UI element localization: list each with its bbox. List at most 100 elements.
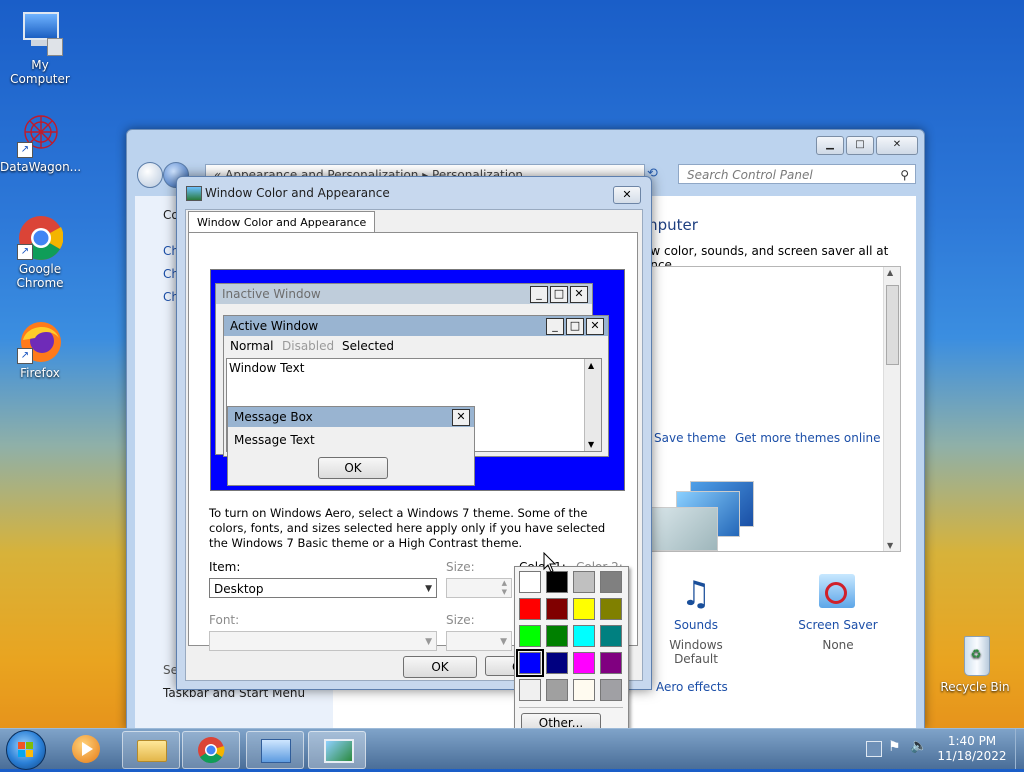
- msgbox-close-icon: ✕: [452, 409, 470, 426]
- font-label: Font:: [209, 613, 240, 627]
- shortcut-arrow-icon: ↗: [17, 244, 33, 260]
- minimize-button[interactable]: ▁: [816, 136, 844, 155]
- desktop-icon-my-computer[interactable]: My Computer: [0, 10, 80, 86]
- color-swatch[interactable]: [546, 679, 568, 701]
- save-theme-link[interactable]: Save theme: [654, 431, 726, 445]
- media-player-icon[interactable]: [72, 735, 100, 763]
- mouse-cursor-icon: [543, 551, 557, 577]
- inactive-maximize-icon: □: [550, 286, 568, 303]
- color-swatch[interactable]: [600, 652, 622, 674]
- search-input[interactable]: Search Control Panel ⚲: [678, 164, 916, 184]
- inactive-close-icon: ✕: [570, 286, 588, 303]
- sounds-item[interactable]: ♫ Sounds Windows Default: [651, 570, 741, 666]
- color-swatch[interactable]: [600, 571, 622, 593]
- msgbox-title: Message Box: [228, 407, 474, 427]
- color-swatch[interactable]: [573, 679, 595, 701]
- color-swatch[interactable]: [546, 625, 568, 647]
- desktop-icon-label: DataWagon...: [0, 160, 82, 174]
- firefox-icon: ↗: [17, 318, 63, 364]
- color-swatch[interactable]: [516, 649, 544, 677]
- menu-selected: Selected: [342, 339, 395, 353]
- tab-window-color[interactable]: Window Color and Appearance: [188, 211, 376, 233]
- color-swatch[interactable]: [573, 598, 595, 620]
- menu-disabled: Disabled: [282, 339, 335, 353]
- item-value: Desktop: [214, 582, 264, 596]
- start-button[interactable]: [6, 730, 46, 770]
- font-select[interactable]: ▼: [209, 631, 437, 651]
- desktop-icon-google-chrome[interactable]: ↗ Google Chrome: [0, 214, 80, 290]
- taskbar-control-panel-button[interactable]: [246, 731, 304, 769]
- clock-date: 11/18/2022: [937, 749, 1007, 763]
- color-swatch[interactable]: [519, 625, 541, 647]
- screensaver-icon: [793, 570, 883, 618]
- desktop-icon-firefox[interactable]: ↗ Firefox: [0, 318, 80, 380]
- desktop-icon-label: Recycle Bin: [940, 680, 1010, 694]
- active-minimize-icon: _: [546, 318, 564, 335]
- preview-scrollbar: ▲ ▼: [584, 359, 601, 451]
- computer-icon: [17, 10, 63, 56]
- theme-thumbnail-stack[interactable]: [650, 481, 760, 551]
- spinner-icon: ▲ ▼: [501, 579, 507, 596]
- shortcut-arrow-icon: ↗: [17, 348, 33, 364]
- action-center-icon[interactable]: ⚑: [888, 739, 901, 755]
- desktop-icon-label: Google Chrome: [16, 262, 64, 290]
- font-size-select[interactable]: ▼: [446, 631, 512, 651]
- color-swatch[interactable]: [519, 571, 541, 593]
- color-swatch[interactable]: [573, 652, 595, 674]
- dialog-close-button[interactable]: ✕: [613, 186, 641, 204]
- color-swatch[interactable]: [519, 679, 541, 701]
- inactive-minimize-icon: _: [530, 286, 548, 303]
- active-maximize-icon: □: [566, 318, 584, 335]
- appearance-preview: Inactive Window _ □ ✕ Active Window _ □ …: [210, 269, 625, 491]
- color-swatch[interactable]: [519, 598, 541, 620]
- desktop-icon-label: My Computer: [10, 58, 70, 86]
- theme-scrollbar[interactable]: ▲ ▼: [883, 267, 900, 551]
- chevron-down-icon: ▼: [500, 637, 507, 647]
- dialog-title: Window Color and Appearance: [205, 186, 390, 200]
- chevron-down-icon: ▼: [425, 584, 432, 594]
- taskbar: ⚑ 🔈 1:40 PM 11/18/2022: [0, 728, 1024, 770]
- color-picker-popup: Other...: [514, 566, 629, 734]
- color-swatch[interactable]: [546, 598, 568, 620]
- close-button[interactable]: ✕: [876, 136, 918, 155]
- size-spinner[interactable]: ▲ ▼: [446, 578, 512, 598]
- windows-logo-icon: [18, 742, 33, 757]
- recycle-bin-icon: ♻: [952, 632, 998, 678]
- network-icon[interactable]: [866, 741, 882, 757]
- desktop-icon-recycle-bin[interactable]: ♻ Recycle Bin: [935, 632, 1015, 694]
- color-swatch[interactable]: [573, 571, 595, 593]
- control-panel-icon: [261, 739, 291, 763]
- taskbar-explorer-button[interactable]: [122, 731, 180, 769]
- active-close-icon: ✕: [586, 318, 604, 335]
- sounds-icon: ♫: [680, 574, 712, 614]
- color-swatch[interactable]: [600, 598, 622, 620]
- taskbar-chrome-button[interactable]: [182, 731, 240, 769]
- maximize-button[interactable]: □: [846, 136, 874, 155]
- color-swatch[interactable]: [546, 652, 568, 674]
- font-size-label: Size:: [446, 613, 475, 627]
- taskbar-personalization-button[interactable]: [308, 731, 366, 769]
- clock[interactable]: 1:40 PM 11/18/2022: [932, 734, 1012, 764]
- color-swatch[interactable]: [573, 625, 595, 647]
- sounds-value: Windows Default: [669, 638, 723, 666]
- volume-icon[interactable]: 🔈: [910, 738, 927, 754]
- color-swatch[interactable]: [600, 679, 622, 701]
- size-label: Size:: [446, 560, 475, 574]
- show-desktop-button[interactable]: [1015, 729, 1024, 769]
- back-button[interactable]: [137, 162, 163, 188]
- get-more-themes-link[interactable]: Get more themes online: [735, 431, 881, 445]
- sounds-label: Sounds: [673, 618, 719, 632]
- desktop-icon-label: Firefox: [20, 366, 60, 380]
- color-swatch[interactable]: [600, 625, 622, 647]
- screensaver-item[interactable]: Screen Saver None: [793, 570, 883, 652]
- search-icon[interactable]: ⚲: [900, 165, 909, 185]
- menu-normal: Normal: [230, 339, 274, 353]
- dialog-app-icon: [186, 186, 202, 201]
- aero-effects-link[interactable]: Aero effects: [656, 680, 728, 694]
- desktop-icon-datawagon[interactable]: ↗ DataWagon...: [0, 112, 82, 174]
- window-text: Window Text: [229, 361, 305, 375]
- ok-button[interactable]: OK: [403, 656, 477, 678]
- item-select[interactable]: Desktop ▼: [209, 578, 437, 598]
- chevron-down-icon: ▼: [425, 637, 432, 647]
- item-label: Item:: [209, 560, 241, 574]
